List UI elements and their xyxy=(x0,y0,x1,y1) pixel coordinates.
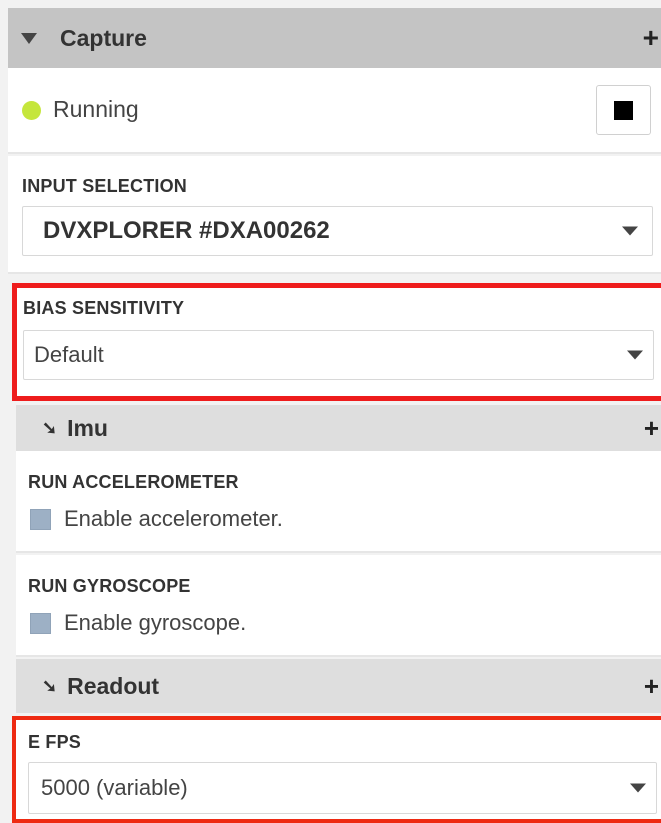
gyroscope-checkbox-text[interactable]: Enable gyroscope. xyxy=(64,610,246,636)
run-gyroscope-section: RUN GYROSCOPE Enable gyroscope. xyxy=(16,555,661,657)
input-selection-dropdown[interactable]: DVXPLORER #DXA00262 xyxy=(22,206,653,256)
readout-add-icon[interactable]: + xyxy=(644,673,659,699)
chevron-down-icon xyxy=(622,226,638,236)
status-text: Running xyxy=(53,96,139,122)
bias-sensitivity-value: Default xyxy=(34,342,104,367)
capture-title: Capture xyxy=(60,24,147,51)
chevron-down-icon xyxy=(630,783,646,793)
capture-panel: Capture + Running INPUT SELECTION DVXPLO… xyxy=(0,0,661,823)
imu-header[interactable]: ➘ Imu + xyxy=(16,405,661,451)
expand-arrow-icon: ➘ xyxy=(42,675,58,696)
e-fps-label: E FPS xyxy=(28,732,82,752)
imu-title: Imu xyxy=(67,414,108,441)
gyroscope-checkbox[interactable] xyxy=(30,613,51,634)
chevron-down-icon xyxy=(627,350,643,360)
bias-sensitivity-dropdown[interactable]: Default xyxy=(23,330,654,380)
status-row: Running xyxy=(8,68,661,154)
bias-sensitivity-label: BIAS SENSITIVITY xyxy=(23,298,185,318)
stop-button[interactable] xyxy=(596,85,651,135)
readout-title: Readout xyxy=(67,672,160,699)
input-selection-section: INPUT SELECTION DVXPLORER #DXA00262 xyxy=(8,156,661,274)
run-accelerometer-section: RUN ACCELEROMETER Enable accelerometer. xyxy=(16,451,661,553)
input-selection-label: INPUT SELECTION xyxy=(22,176,188,196)
stop-icon xyxy=(614,100,633,120)
imu-add-icon[interactable]: + xyxy=(644,415,659,441)
run-gyroscope-label: RUN GYROSCOPE xyxy=(28,576,191,596)
status-dot-icon xyxy=(22,101,41,120)
e-fps-value: 5000 (variable) xyxy=(41,775,188,800)
capture-header[interactable]: Capture + xyxy=(8,8,661,68)
input-selection-value: DVXPLORER #DXA00262 xyxy=(43,217,330,244)
bias-sensitivity-section: BIAS SENSITIVITY Default xyxy=(12,283,661,401)
capture-add-icon[interactable]: + xyxy=(643,24,659,52)
accelerometer-checkbox-text[interactable]: Enable accelerometer. xyxy=(64,506,283,532)
collapse-triangle-icon[interactable] xyxy=(21,32,37,44)
expand-arrow-icon: ➘ xyxy=(42,417,58,438)
run-accelerometer-label: RUN ACCELEROMETER xyxy=(28,472,239,492)
e-fps-dropdown[interactable]: 5000 (variable) xyxy=(28,762,657,814)
accelerometer-checkbox[interactable] xyxy=(30,509,51,530)
e-fps-section: E FPS 5000 (variable) xyxy=(12,716,661,823)
readout-header[interactable]: ➘ Readout + xyxy=(16,659,661,713)
